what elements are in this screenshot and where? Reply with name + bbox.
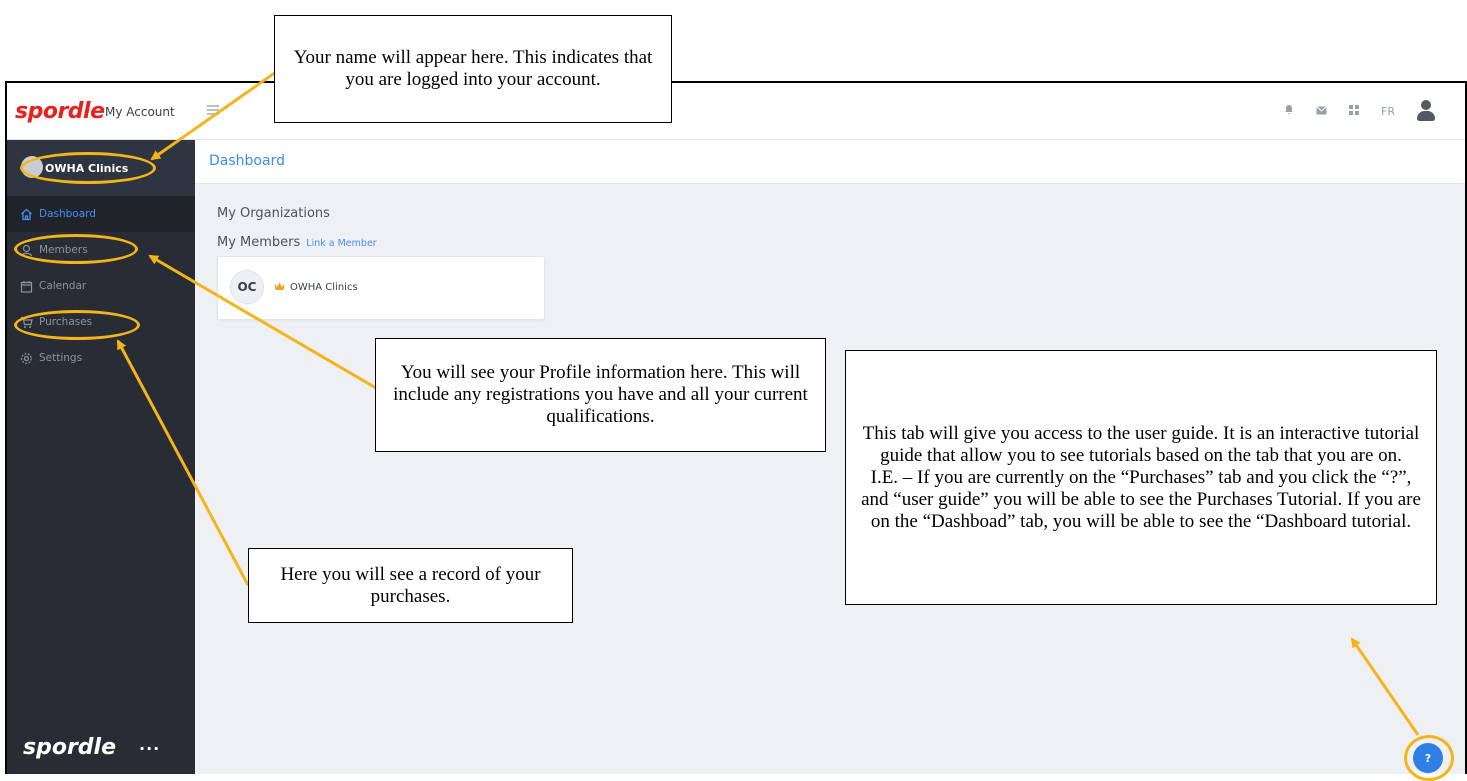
mail-icon[interactable]	[1316, 105, 1327, 118]
help-note-line-2: I.E. – If you are currently on the “Purc…	[861, 466, 1421, 532]
org-name: OWHA Clinics	[45, 162, 129, 175]
org-avatar	[21, 156, 43, 178]
calendar-icon	[19, 279, 33, 293]
home-icon	[19, 207, 33, 221]
page-title: Dashboard	[209, 153, 285, 169]
sidebar-nav: Dashboard Members Calendar Purchases Set…	[7, 196, 195, 376]
sidebar-item-label: Dashboard	[39, 208, 96, 220]
apps-grid-icon[interactable]	[1349, 104, 1360, 118]
sidebar-item-label: Members	[39, 244, 88, 256]
sidebar: OWHA Clinics Dashboard Members Calendar	[7, 140, 195, 774]
menu-toggle-icon[interactable]	[207, 105, 219, 115]
sidebar-item-calendar[interactable]: Calendar	[7, 268, 195, 304]
sidebar-item-settings[interactable]: Settings	[7, 340, 195, 376]
top-bar: spordle My Account FR	[7, 83, 1465, 140]
gear-icon	[19, 351, 33, 365]
help-note-line-1: This tab will give you access to the use…	[862, 422, 1420, 466]
page-header: Dashboard	[195, 140, 1465, 184]
language-toggle[interactable]: FR	[1381, 105, 1395, 118]
member-name: OWHA Clinics	[290, 282, 358, 293]
sidebar-item-label: Settings	[39, 352, 83, 364]
section-title: My Account	[105, 105, 175, 119]
member-card[interactable]: OC OWHA Clinics	[217, 256, 545, 320]
my-members-label: My Members	[217, 235, 301, 250]
top-icons: FR	[1284, 100, 1435, 122]
sidebar-item-members[interactable]: Members	[7, 232, 195, 268]
sidebar-item-label: Purchases	[39, 316, 93, 328]
member-initials-avatar: OC	[230, 270, 264, 304]
cart-icon	[19, 315, 33, 329]
callout-profile-note: You will see your Profile information he…	[375, 338, 826, 452]
crown-icon	[274, 281, 285, 294]
sidebar-item-label: Calendar	[39, 280, 87, 292]
callout-help-note: This tab will give you access to the use…	[845, 350, 1437, 605]
user-avatar-icon[interactable]	[1417, 100, 1435, 122]
link-member-link[interactable]: Link a Member	[306, 238, 376, 249]
my-members-heading: My Members Link a Member	[217, 235, 377, 250]
more-menu-button[interactable]: ···	[139, 739, 160, 758]
org-switcher[interactable]: OWHA Clinics	[7, 140, 195, 196]
my-organizations-heading: My Organizations	[217, 206, 330, 221]
help-button[interactable]: ?	[1413, 743, 1443, 773]
footer-brand-logo: spordle	[23, 735, 117, 760]
sidebar-item-purchases[interactable]: Purchases	[7, 304, 195, 340]
bell-icon[interactable]	[1284, 104, 1294, 118]
callout-name-note: Your name will appear here. This indicat…	[274, 15, 672, 123]
sidebar-item-dashboard[interactable]: Dashboard	[7, 196, 195, 232]
user-icon	[19, 243, 33, 257]
brand-logo[interactable]: spordle	[15, 99, 105, 124]
callout-purchases-note: Here you will see a record of your purch…	[248, 548, 573, 623]
